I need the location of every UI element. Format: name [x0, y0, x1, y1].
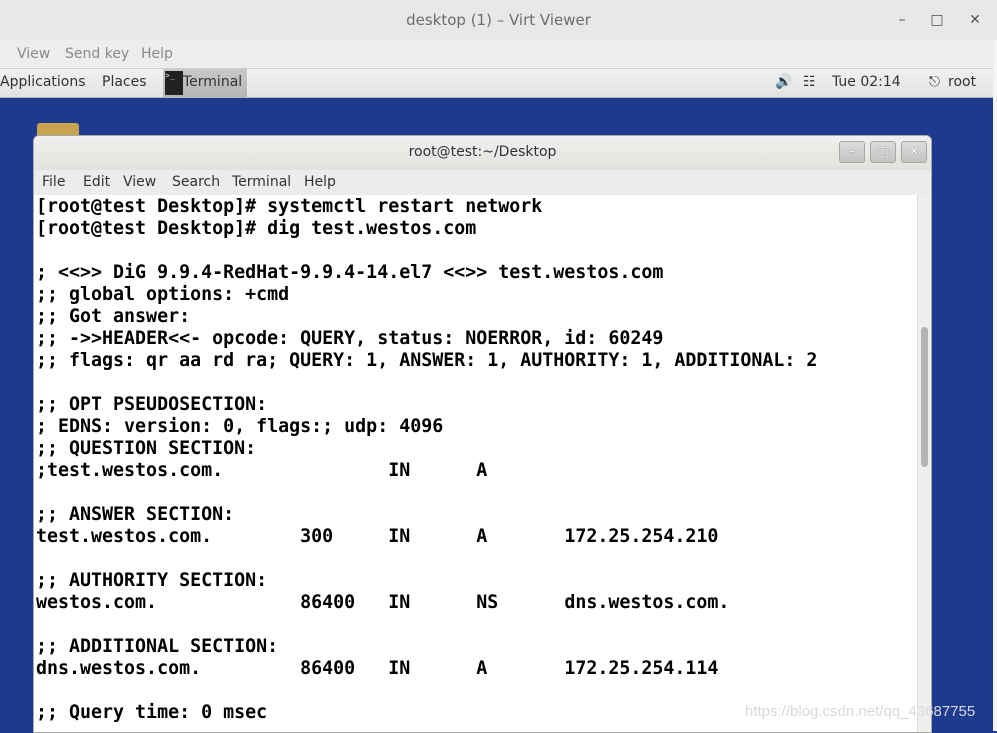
- terminal-title: root@test:~/Desktop: [408, 144, 557, 160]
- terminal-line: ;; global options: +cmd: [36, 284, 290, 305]
- volume-icon[interactable]: 🔊: [775, 74, 792, 90]
- host-window-edge: [993, 40, 997, 731]
- terminal-scrollbar-thumb[interactable]: [921, 327, 928, 467]
- terminal-line: ;; Query time: 0 msec: [36, 702, 268, 723]
- applications-menu[interactable]: Applications: [0, 74, 86, 90]
- terminal-line: ;; ADDITIONAL SECTION:: [36, 636, 279, 657]
- viewer-title: desktop (1) – Virt Viewer: [406, 11, 591, 29]
- terminal-line: ; <<>> DiG 9.9.4-RedHat-9.9.4-14.el7 <<>…: [36, 262, 664, 283]
- terminal-line: ;; flags: qr aa rd ra; QUERY: 1, ANSWER:…: [36, 350, 818, 371]
- terminal-line: dns.westos.com. 86400 IN A 172.25.254.11…: [36, 658, 719, 679]
- close-icon[interactable]: ✕: [966, 11, 984, 29]
- network-icon[interactable]: ☷: [803, 74, 816, 90]
- terminal-menubar: File Edit View Search Terminal Help: [34, 170, 931, 195]
- terminal-minimize-button[interactable]: –: [839, 141, 865, 163]
- terminal-titlebar[interactable]: root@test:~/Desktop – □ ✕: [34, 136, 931, 170]
- terminal-line: ;; OPT PSEUDOSECTION:: [36, 394, 268, 415]
- terminal-menu-search[interactable]: Search: [172, 174, 220, 190]
- terminal-line: [root@test Desktop]# dig test.westos.com: [36, 218, 477, 239]
- viewer-menu-view[interactable]: View: [17, 46, 50, 62]
- places-menu[interactable]: Places: [102, 74, 147, 90]
- terminal-menu-file[interactable]: File: [42, 174, 65, 190]
- terminal-line: ;; AUTHORITY SECTION:: [36, 570, 268, 591]
- taskbar-terminal-label: Terminal: [183, 74, 243, 90]
- terminal-line: westos.com. 86400 IN NS dns.westos.com.: [36, 592, 730, 613]
- terminal-line: test.westos.com. 300 IN A 172.25.254.210: [36, 526, 719, 547]
- terminal-maximize-button[interactable]: □: [870, 141, 896, 163]
- terminal-scrollbar[interactable]: [917, 195, 931, 732]
- terminal-line: ;; ->>HEADER<<- opcode: QUERY, status: N…: [36, 328, 664, 349]
- taskbar-terminal-button[interactable]: >_ Terminal: [163, 69, 247, 97]
- terminal-line: ;; QUESTION SECTION:: [36, 438, 257, 459]
- watermark: https://blog.csdn.net/qq_43687755: [745, 703, 976, 720]
- viewer-titlebar: desktop (1) – Virt Viewer – □ ✕: [0, 0, 997, 41]
- maximize-icon[interactable]: □: [928, 11, 946, 29]
- terminal-output[interactable]: [root@test Desktop]# systemctl restart n…: [34, 195, 917, 732]
- viewer-menubar: View Send key Help: [0, 40, 997, 69]
- clock[interactable]: Tue 02:14: [832, 74, 901, 90]
- viewer-menu-send-key[interactable]: Send key: [65, 46, 129, 62]
- user-icon: ⎋: [929, 74, 941, 90]
- terminal-line: ; EDNS: version: 0, flags:; udp: 4096: [36, 416, 444, 437]
- terminal-icon: >_: [165, 71, 183, 95]
- terminal-line: [root@test Desktop]# systemctl restart n…: [36, 196, 543, 217]
- minimize-icon[interactable]: –: [893, 11, 911, 29]
- terminal-menu-view[interactable]: View: [123, 174, 156, 190]
- terminal-text: [root@test Desktop]# systemctl restart n…: [34, 195, 917, 724]
- user-menu[interactable]: root: [948, 74, 976, 90]
- viewer-menu-help[interactable]: Help: [141, 46, 173, 62]
- terminal-close-button[interactable]: ✕: [901, 141, 927, 163]
- terminal-menu-help[interactable]: Help: [304, 174, 336, 190]
- terminal-window: root@test:~/Desktop – □ ✕ File Edit View S…: [33, 135, 932, 733]
- terminal-line: ;; Got answer:: [36, 306, 191, 327]
- terminal-line: ;; ANSWER SECTION:: [36, 504, 235, 525]
- terminal-line: ;test.westos.com. IN A: [36, 460, 488, 481]
- terminal-menu-edit[interactable]: Edit: [83, 174, 110, 190]
- terminal-menu-terminal[interactable]: Terminal: [232, 174, 291, 190]
- gnome-top-panel: Applications Places >_ Terminal 🔊 ☷ Tue …: [0, 69, 997, 98]
